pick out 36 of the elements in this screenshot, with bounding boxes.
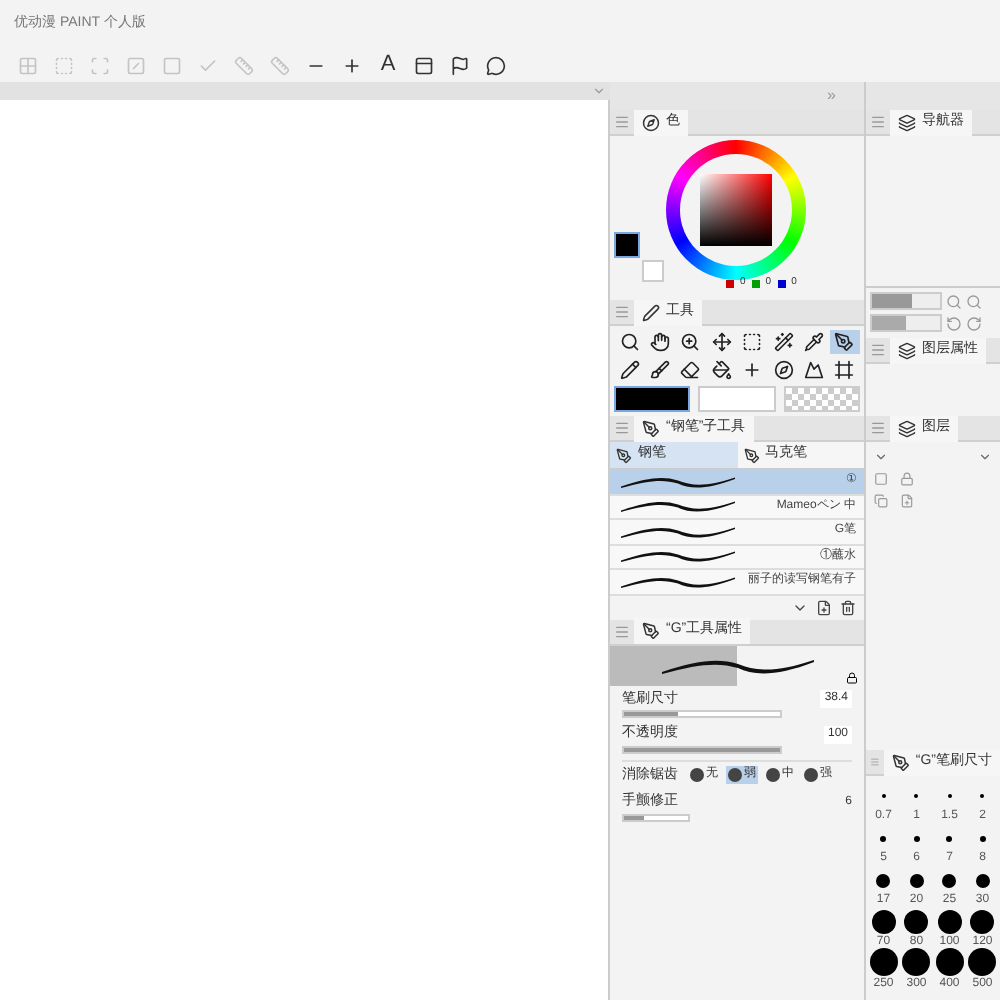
transparent-color-bar[interactable]	[783, 386, 860, 412]
pen-icon	[642, 303, 660, 321]
rotate-left-icon[interactable]	[946, 315, 962, 331]
slider-track[interactable]	[622, 710, 782, 718]
slider-track[interactable]	[622, 813, 690, 821]
layers-icon	[898, 113, 916, 131]
pen-icon	[642, 419, 660, 437]
zoom-in-icon[interactable]	[966, 293, 982, 309]
layers-icon	[898, 341, 916, 359]
zoom-slider[interactable]	[870, 292, 942, 310]
rotate-right-icon[interactable]	[966, 315, 982, 331]
layers-icon	[898, 419, 916, 437]
channel-swatch	[726, 279, 734, 288]
text-tool-button[interactable]: A	[376, 53, 400, 77]
trash-icon[interactable]	[840, 599, 856, 615]
panel-icon[interactable]	[412, 53, 436, 77]
color-wheel[interactable]	[666, 140, 806, 280]
balloon-icon[interactable]	[484, 53, 508, 77]
main-color-bar[interactable]	[614, 386, 691, 412]
pen-icon	[891, 753, 910, 771]
plus-icon[interactable]	[340, 53, 364, 77]
main-color-swatch[interactable]	[614, 232, 640, 258]
sub-color-swatch[interactable]	[642, 260, 664, 282]
chevron-icon[interactable]	[874, 450, 888, 464]
chevron-icon[interactable]	[978, 450, 992, 464]
zoom-out-icon[interactable]	[946, 293, 962, 309]
rotate-slider[interactable]	[870, 314, 942, 332]
lock-icon[interactable]	[846, 671, 858, 683]
pen-icon	[616, 447, 632, 463]
sub-color-bar[interactable]	[698, 386, 776, 412]
pen-icon	[642, 622, 660, 640]
pen-icon	[743, 447, 759, 463]
channel-swatch	[777, 279, 786, 288]
flag-icon[interactable]	[448, 53, 472, 77]
channel-swatch	[751, 279, 760, 288]
pen-icon[interactable]	[829, 330, 860, 354]
